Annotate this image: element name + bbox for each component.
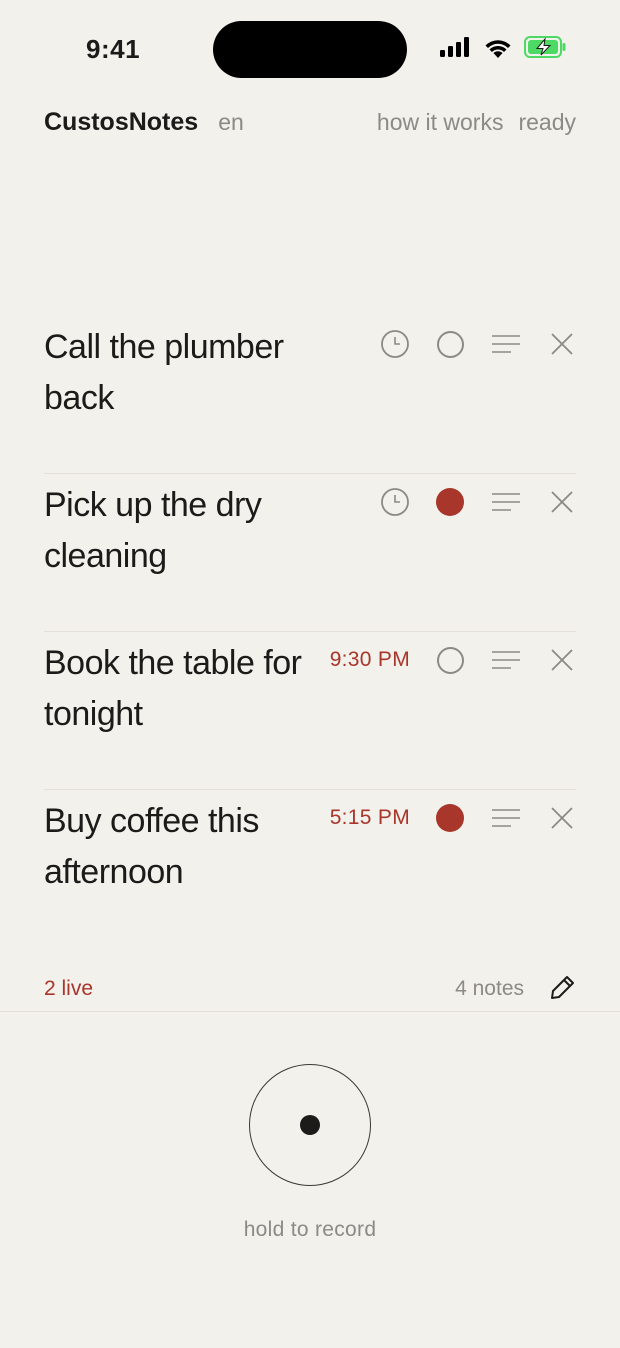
live-off-icon [436, 646, 464, 674]
note-row: Call the plumber back [44, 316, 576, 474]
status-time: 9:41 [86, 34, 141, 64]
menu-icon[interactable] [490, 328, 522, 360]
live-toggle[interactable] [434, 802, 466, 834]
note-text[interactable]: Pick up the dry cleaning [44, 480, 314, 582]
clock-icon[interactable] [379, 328, 411, 360]
divider [0, 1011, 620, 1012]
wifi-icon [484, 37, 512, 58]
note-row: Buy coffee this afternoon 5:15 PM [44, 790, 576, 948]
signal-icon [440, 37, 472, 57]
dynamic-island [213, 21, 407, 78]
how-it-works-link[interactable]: how it works [377, 109, 504, 136]
pencil-icon[interactable] [550, 974, 576, 1005]
note-row: Book the table for tonight 9:30 PM [44, 632, 576, 790]
live-toggle[interactable] [434, 328, 466, 360]
notes-count: 4 notes [455, 977, 524, 1000]
language-toggle[interactable]: en [218, 109, 244, 136]
note-text[interactable]: Call the plumber back [44, 322, 314, 424]
battery-charging-icon [524, 36, 566, 58]
note-row: Pick up the dry cleaning [44, 474, 576, 632]
live-off-icon [436, 330, 464, 358]
menu-icon[interactable] [490, 802, 522, 834]
record-button[interactable] [249, 1064, 371, 1186]
record-icon [300, 1115, 320, 1135]
reminder-time[interactable]: 9:30 PM [330, 648, 410, 672]
menu-icon[interactable] [490, 644, 522, 676]
record-label: hold to record [243, 1218, 377, 1241]
notes-list: Call the plumber back Pick up the dry cl… [44, 316, 576, 948]
footer-bar: 2 live 4 notes [44, 972, 576, 1006]
live-toggle[interactable] [434, 644, 466, 676]
status-bar: 9:41 [0, 0, 620, 100]
close-icon[interactable] [546, 802, 578, 834]
live-toggle[interactable] [434, 486, 466, 518]
note-text[interactable]: Book the table for tonight [44, 638, 314, 740]
close-icon[interactable] [546, 486, 578, 518]
live-on-icon [436, 488, 464, 516]
reminder-time[interactable]: 5:15 PM [330, 806, 410, 830]
close-icon[interactable] [546, 328, 578, 360]
system-icons [440, 36, 566, 58]
clock-icon[interactable] [379, 486, 411, 518]
live-on-icon [436, 804, 464, 832]
app-title: CustosNotes [44, 108, 199, 136]
menu-icon[interactable] [490, 486, 522, 518]
live-count: 2 live [44, 977, 94, 1000]
status-label: ready [518, 109, 576, 135]
close-icon[interactable] [546, 644, 578, 676]
note-text[interactable]: Buy coffee this afternoon [44, 796, 314, 898]
app-header: CustosNotes en how it works ready [44, 108, 576, 142]
